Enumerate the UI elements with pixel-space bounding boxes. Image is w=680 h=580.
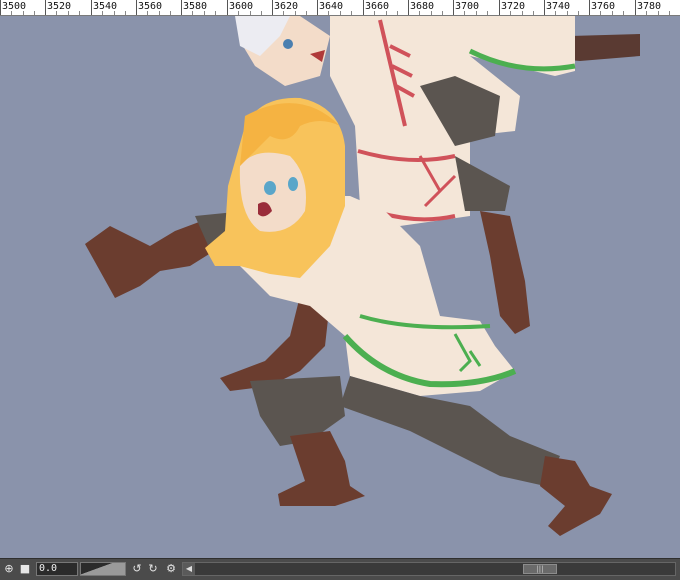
- ruler-tick: [317, 0, 318, 15]
- horizontal-scrollbar[interactable]: ◀ |||: [182, 562, 676, 576]
- ruler-tick: [589, 0, 590, 15]
- ruler-tick: [408, 0, 409, 15]
- ruler-label: 3660: [365, 1, 390, 12]
- ruler-label: 3600: [229, 1, 254, 12]
- ruler-label: 3760: [591, 1, 616, 12]
- scroll-left-icon[interactable]: ◀: [183, 563, 195, 575]
- ruler-label: 3500: [2, 1, 27, 12]
- ruler-minor-tick: [351, 11, 352, 15]
- ruler-minor-tick: [125, 11, 126, 15]
- ruler-minor-tick: [79, 11, 80, 15]
- ruler-minor-tick: [215, 11, 216, 15]
- ruler-label: 3520: [47, 1, 72, 12]
- value-slider[interactable]: [80, 562, 126, 576]
- square-icon[interactable]: ■: [18, 562, 32, 576]
- redo-icon[interactable]: ↻: [146, 562, 160, 576]
- drawing-canvas[interactable]: [0, 16, 680, 558]
- ruler-tick: [91, 0, 92, 15]
- ruler-minor-tick: [533, 11, 534, 15]
- ruler-minor-tick: [669, 11, 670, 15]
- ruler-label: 3680: [410, 1, 435, 12]
- value-field[interactable]: 0.0: [36, 562, 78, 576]
- ruler-minor-tick: [306, 11, 307, 15]
- ruler-label: 3640: [319, 1, 344, 12]
- ruler-tick: [272, 0, 273, 15]
- ruler-minor-tick: [261, 11, 262, 15]
- scroll-thumb[interactable]: |||: [523, 564, 557, 574]
- ruler-label: 3560: [138, 1, 163, 12]
- ruler-tick: [635, 0, 636, 15]
- ruler-tick: [227, 0, 228, 15]
- ruler-label: 3720: [501, 1, 526, 12]
- ruler-tick: [499, 0, 500, 15]
- status-bar: ⊕ ■ 0.0 ↺ ↻ ⚙ ◀ |||: [0, 558, 680, 580]
- ruler-label: 3620: [274, 1, 299, 12]
- ruler-minor-tick: [623, 11, 624, 15]
- ruler-tick: [363, 0, 364, 15]
- gear-icon[interactable]: ⚙: [164, 562, 178, 576]
- ruler-tick: [136, 0, 137, 15]
- ruler-tick: [0, 0, 1, 15]
- ruler-minor-tick: [170, 11, 171, 15]
- ruler-label: 3780: [637, 1, 662, 12]
- ruler-label: 3540: [93, 1, 118, 12]
- ruler-minor-tick: [578, 11, 579, 15]
- ruler-minor-tick: [397, 11, 398, 15]
- undo-icon[interactable]: ↺: [130, 562, 144, 576]
- ruler-tick: [544, 0, 545, 15]
- ruler-label: 3700: [455, 1, 480, 12]
- ruler-tick: [181, 0, 182, 15]
- ruler-tick: [453, 0, 454, 15]
- ruler-label: 3740: [546, 1, 571, 12]
- ruler-minor-tick: [34, 11, 35, 15]
- add-icon[interactable]: ⊕: [2, 562, 16, 576]
- artwork: [0, 16, 680, 558]
- ruler-tick: [45, 0, 46, 15]
- horizontal-ruler: 3500 3520 3540 3560 3580 3600 3620 3640 3660 3680…: [0, 0, 680, 16]
- ruler-minor-tick: [487, 11, 488, 15]
- ruler-minor-tick: [442, 11, 443, 15]
- ruler-label: 3580: [183, 1, 208, 12]
